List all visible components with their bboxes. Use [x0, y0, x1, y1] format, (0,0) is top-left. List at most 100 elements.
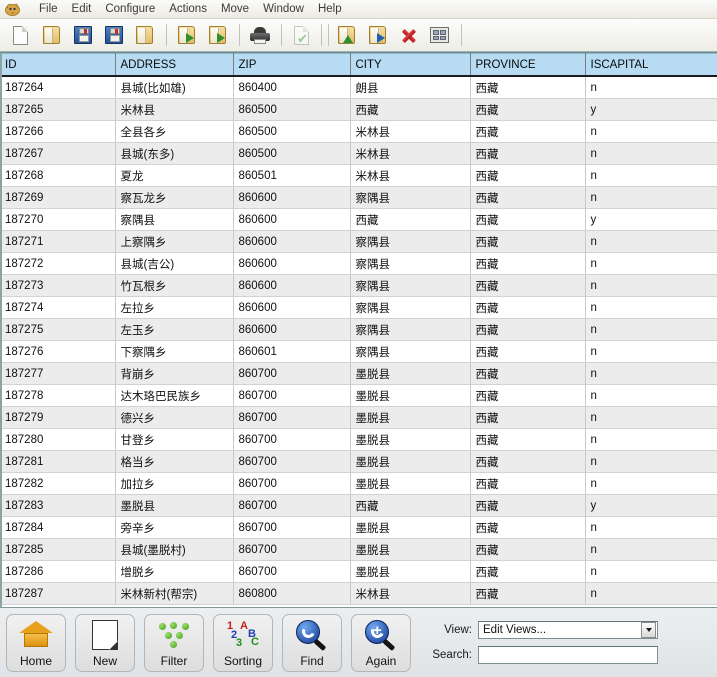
cell-province[interactable]: 西藏 — [470, 230, 586, 253]
cell-iscapital[interactable]: n — [585, 406, 717, 429]
cell-zip[interactable]: 860601 — [233, 340, 351, 363]
cell-zip[interactable]: 860700 — [233, 538, 351, 561]
table-row[interactable]: 187287 米林新村(帮宗) 860800 米林县 西藏 n — [0, 582, 717, 605]
table-row[interactable]: 187267 县城(东多) 860500 米林县 西藏 n — [0, 142, 717, 165]
cell-city[interactable]: 米林县 — [350, 120, 471, 143]
cell-province[interactable]: 西藏 — [470, 472, 586, 495]
find-again-button[interactable]: + Again — [351, 613, 411, 672]
cell-iscapital[interactable]: n — [585, 362, 717, 385]
cell-province[interactable]: 西藏 — [470, 494, 586, 517]
cell-province[interactable]: 西藏 — [470, 340, 586, 363]
find-button[interactable]: Find — [282, 613, 342, 672]
cell-province[interactable]: 西藏 — [470, 98, 586, 121]
cell-id[interactable]: 187283 — [0, 494, 116, 517]
cell-id[interactable]: 187281 — [0, 450, 116, 473]
print-button[interactable] — [245, 21, 274, 49]
table-row[interactable]: 187285 县城(墨脱村) 860700 墨脱县 西藏 n — [0, 538, 717, 561]
cell-iscapital[interactable]: n — [585, 516, 717, 539]
column-header-id[interactable]: ID — [0, 53, 116, 77]
cell-iscapital[interactable]: n — [585, 296, 717, 319]
cell-id[interactable]: 187264 — [0, 76, 116, 99]
table-row[interactable]: 187286 增脱乡 860700 墨脱县 西藏 n — [0, 560, 717, 583]
cell-address[interactable]: 德兴乡 — [115, 406, 234, 429]
cell-city[interactable]: 朗县 — [350, 76, 471, 99]
cell-city[interactable]: 西藏 — [350, 98, 471, 121]
cell-city[interactable]: 米林县 — [350, 164, 471, 187]
cell-address[interactable]: 加拉乡 — [115, 472, 234, 495]
cell-iscapital[interactable]: n — [585, 340, 717, 363]
cell-address[interactable]: 全县各乡 — [115, 120, 234, 143]
cell-zip[interactable]: 860600 — [233, 252, 351, 275]
cell-id[interactable]: 187270 — [0, 208, 116, 231]
cell-id[interactable]: 187286 — [0, 560, 116, 583]
import-folder-button[interactable] — [172, 21, 201, 49]
cell-zip[interactable]: 860700 — [233, 516, 351, 539]
cell-zip[interactable]: 860600 — [233, 186, 351, 209]
cell-id[interactable]: 187275 — [0, 318, 116, 341]
save-as-button[interactable] — [99, 21, 128, 49]
cell-province[interactable]: 西藏 — [470, 384, 586, 407]
open-folder-button[interactable] — [37, 21, 66, 49]
cell-address[interactable]: 米林县 — [115, 98, 234, 121]
cell-city[interactable]: 察隅县 — [350, 318, 471, 341]
cell-zip[interactable]: 860600 — [233, 274, 351, 297]
insert-record-button[interactable] — [332, 21, 361, 49]
table-row[interactable]: 187279 德兴乡 860700 墨脱县 西藏 n — [0, 406, 717, 429]
cell-iscapital[interactable]: n — [585, 384, 717, 407]
cell-address[interactable]: 县城(比如雄) — [115, 76, 234, 99]
cell-city[interactable]: 察隅县 — [350, 340, 471, 363]
menu-item-file[interactable]: File — [32, 1, 65, 18]
cell-id[interactable]: 187276 — [0, 340, 116, 363]
table-row[interactable]: 187271 上察隅乡 860600 察隅县 西藏 n — [0, 230, 717, 253]
cell-province[interactable]: 西藏 — [470, 274, 586, 297]
sorting-button[interactable]: 1 A 2 B 3 C Sorting — [213, 613, 273, 672]
cell-city[interactable]: 察隅县 — [350, 296, 471, 319]
cell-city[interactable]: 墨脱县 — [350, 428, 471, 451]
cell-city[interactable]: 墨脱县 — [350, 450, 471, 473]
table-row[interactable]: 187277 背崩乡 860700 墨脱县 西藏 n — [0, 362, 717, 385]
cell-zip[interactable]: 860600 — [233, 230, 351, 253]
cell-city[interactable]: 墨脱县 — [350, 516, 471, 539]
table-row[interactable]: 187282 加拉乡 860700 墨脱县 西藏 n — [0, 472, 717, 495]
cell-province[interactable]: 西藏 — [470, 296, 586, 319]
menu-item-window[interactable]: Window — [256, 1, 311, 18]
cell-zip[interactable]: 860400 — [233, 76, 351, 99]
cell-id[interactable]: 187273 — [0, 274, 116, 297]
cell-id[interactable]: 187268 — [0, 164, 116, 187]
table-row[interactable]: 187278 达木珞巴民族乡 860700 墨脱县 西藏 n — [0, 384, 717, 407]
delete-record-button[interactable] — [394, 21, 423, 49]
cell-iscapital[interactable]: y — [585, 494, 717, 517]
cell-province[interactable]: 西藏 — [470, 406, 586, 429]
cell-zip[interactable]: 860700 — [233, 450, 351, 473]
cell-city[interactable]: 西藏 — [350, 208, 471, 231]
cell-province[interactable]: 西藏 — [470, 186, 586, 209]
cell-id[interactable]: 187272 — [0, 252, 116, 275]
cell-address[interactable]: 上察隅乡 — [115, 230, 234, 253]
cell-id[interactable]: 187274 — [0, 296, 116, 319]
cell-id[interactable]: 187279 — [0, 406, 116, 429]
cell-city[interactable]: 米林县 — [350, 142, 471, 165]
chevron-down-icon[interactable] — [641, 622, 656, 638]
cell-province[interactable]: 西藏 — [470, 76, 586, 99]
cell-address[interactable]: 左玉乡 — [115, 318, 234, 341]
cell-iscapital[interactable]: y — [585, 98, 717, 121]
cell-address[interactable]: 旁辛乡 — [115, 516, 234, 539]
cell-zip[interactable]: 860600 — [233, 296, 351, 319]
cell-id[interactable]: 187266 — [0, 120, 116, 143]
cell-zip[interactable]: 860700 — [233, 362, 351, 385]
cell-id[interactable]: 187271 — [0, 230, 116, 253]
cell-zip[interactable]: 860700 — [233, 428, 351, 451]
cell-city[interactable]: 墨脱县 — [350, 362, 471, 385]
cell-address[interactable]: 察隅县 — [115, 208, 234, 231]
cell-id[interactable]: 187284 — [0, 516, 116, 539]
table-row[interactable]: 187276 下察隅乡 860601 察隅县 西藏 n — [0, 340, 717, 363]
table-row[interactable]: 187280 甘登乡 860700 墨脱县 西藏 n — [0, 428, 717, 451]
cell-address[interactable]: 左拉乡 — [115, 296, 234, 319]
cell-zip[interactable]: 860500 — [233, 120, 351, 143]
cell-city[interactable]: 米林县 — [350, 582, 471, 605]
cell-address[interactable]: 米林新村(帮宗) — [115, 582, 234, 605]
filter-button[interactable]: Filter — [144, 613, 204, 672]
cell-zip[interactable]: 860700 — [233, 406, 351, 429]
table-row[interactable]: 187281 格当乡 860700 墨脱县 西藏 n — [0, 450, 717, 473]
save-button[interactable] — [68, 21, 97, 49]
